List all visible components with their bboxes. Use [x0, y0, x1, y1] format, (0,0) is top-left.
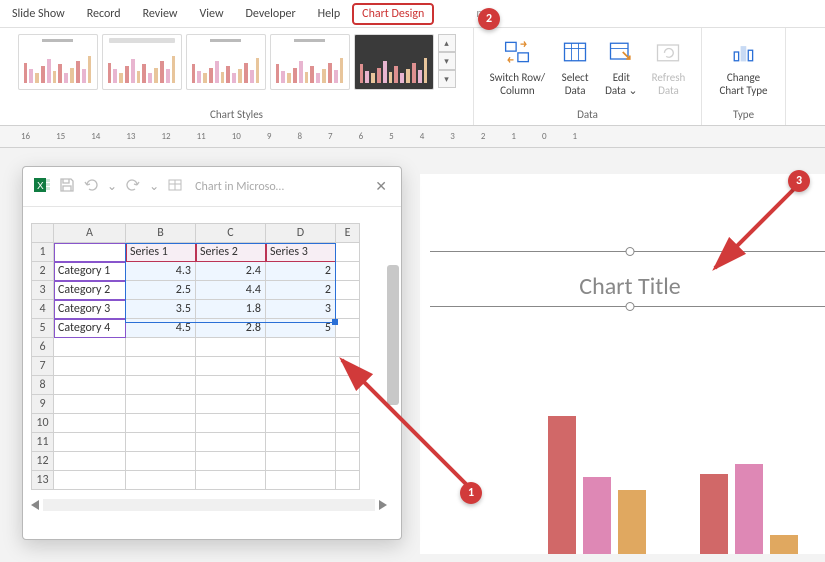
bar-cat2-s2 — [735, 464, 763, 554]
redo-icon[interactable] — [125, 177, 141, 197]
cell-a3[interactable]: Category 2 — [54, 281, 126, 300]
chart-title-handle-top[interactable] — [626, 247, 635, 256]
svg-text:X: X — [37, 181, 44, 192]
vertical-scroll-thumb[interactable] — [387, 265, 399, 405]
cell-a2[interactable]: Category 1 — [54, 262, 126, 281]
cell-e2[interactable] — [336, 262, 360, 281]
callout-badge-1: 1 — [460, 482, 482, 504]
edit-data-button[interactable]: Edit Data ⌄ — [599, 34, 643, 99]
bar-cat2-s3 — [770, 535, 798, 554]
row-header-1[interactable]: 1 — [32, 243, 54, 262]
row-header-4[interactable]: 4 — [32, 300, 54, 319]
change-chart-type-button[interactable]: Change Chart Type — [713, 34, 773, 99]
redo-dropdown[interactable]: ⌄ — [149, 179, 159, 194]
cell-a5[interactable]: Category 4 — [54, 319, 126, 338]
menu-help[interactable]: Help — [308, 3, 351, 25]
edit-data-icon — [605, 36, 637, 68]
cell-e1[interactable] — [336, 243, 360, 262]
datasheet-title: Chart in Microso… — [195, 180, 363, 194]
save-icon[interactable] — [59, 177, 75, 197]
cell-a1[interactable] — [54, 243, 126, 262]
vertical-scrollbar[interactable] — [387, 265, 399, 489]
change-chart-type-label: Change Chart Type — [719, 71, 767, 97]
cell-e5[interactable] — [336, 319, 360, 338]
change-chart-type-icon — [727, 36, 759, 68]
row-header-13[interactable]: 13 — [32, 471, 54, 490]
menu-chart-design[interactable]: Chart Design — [352, 3, 434, 25]
chart-title[interactable]: Chart Title — [420, 272, 825, 301]
styles-scroll-up[interactable]: ▴ — [438, 34, 456, 52]
col-header-e[interactable]: E — [336, 224, 360, 243]
edit-data-label: Edit Data ⌄ — [605, 71, 637, 97]
row-header-11[interactable]: 11 — [32, 433, 54, 452]
bar-cat2-s1 — [700, 474, 728, 554]
styles-scroll-down[interactable]: ▾ — [438, 52, 456, 70]
refresh-data-button: Refresh Data — [646, 34, 692, 99]
undo-dropdown[interactable]: ⌄ — [107, 179, 117, 194]
chart-title-handle-bottom[interactable] — [626, 302, 635, 311]
row-header-10[interactable]: 10 — [32, 414, 54, 433]
col-header-b[interactable]: B — [126, 224, 196, 243]
col-header-d[interactable]: D — [266, 224, 336, 243]
row-header-8[interactable]: 8 — [32, 376, 54, 395]
ribbon-group-styles-label: Chart Styles — [210, 105, 263, 125]
menu-view[interactable]: View — [189, 3, 233, 25]
menu-review[interactable]: Review — [133, 3, 188, 25]
chart-style-2[interactable] — [102, 34, 182, 90]
chart-styles-scroll[interactable]: ▴ ▾ ▾ — [438, 34, 456, 88]
cell-a4[interactable]: Category 3 — [54, 300, 126, 319]
data-range-outline[interactable] — [125, 243, 336, 323]
callout-badge-2: 2 — [478, 8, 500, 30]
row-header-12[interactable]: 12 — [32, 452, 54, 471]
row-header-6[interactable]: 6 — [32, 338, 54, 357]
switch-label: Switch Row/ Column — [490, 71, 545, 97]
chart-style-4[interactable] — [270, 34, 350, 90]
bar-cat1-s3 — [618, 490, 646, 554]
bar-cat1-s2 — [583, 477, 611, 554]
menu-slide-show[interactable]: Slide Show — [2, 3, 75, 25]
refresh-data-icon — [652, 36, 684, 68]
horizontal-scrollbar[interactable] — [43, 499, 375, 511]
datasheet-titlebar[interactable]: X ⌄ ⌄ Chart in Microso… ✕ — [23, 167, 401, 207]
row-header-9[interactable]: 9 — [32, 395, 54, 414]
chart-style-3[interactable] — [186, 34, 266, 90]
chart-style-5[interactable] — [354, 34, 434, 90]
table-icon[interactable] — [167, 177, 183, 197]
col-header-a[interactable]: A — [54, 224, 126, 243]
excel-app-icon: X — [33, 176, 51, 198]
row-header-2[interactable]: 2 — [32, 262, 54, 281]
chart-style-1[interactable] — [18, 34, 98, 90]
select-data-button[interactable]: Select Data — [553, 34, 597, 99]
select-data-label: Select Data — [562, 71, 589, 97]
embedded-datasheet-window[interactable]: X ⌄ ⌄ Chart in Microso… ✕ A B C D E — [22, 166, 402, 540]
col-header-c[interactable]: C — [196, 224, 266, 243]
menu-record[interactable]: Record — [77, 3, 131, 25]
callout-badge-3: 3 — [788, 170, 810, 192]
row-header-5[interactable]: 5 — [32, 319, 54, 338]
styles-scroll-more[interactable]: ▾ — [438, 70, 456, 88]
menu-bar: Slide Show Record Review View Developer … — [0, 0, 825, 28]
close-icon[interactable]: ✕ — [371, 174, 391, 199]
slide-canvas[interactable]: Chart Title X ⌄ ⌄ Chart in Microso… ✕ — [0, 148, 825, 562]
cell-e3[interactable] — [336, 281, 360, 300]
undo-icon[interactable] — [83, 177, 99, 197]
cell-e4[interactable] — [336, 300, 360, 319]
ribbon-group-data-label: Data — [577, 105, 598, 125]
ribbon-group-type-label: Type — [733, 105, 754, 125]
ribbon: ▴ ▾ ▾ Chart Styles Switch Row/ Column Se… — [0, 28, 825, 126]
horizontal-ruler: 1615141312111098765432101 — [0, 126, 825, 148]
row-header-3[interactable]: 3 — [32, 281, 54, 300]
select-data-icon — [559, 36, 591, 68]
bar-cat1-s1 — [548, 416, 576, 554]
refresh-data-label: Refresh Data — [652, 71, 686, 97]
chart-bars — [440, 394, 825, 554]
switch-row-column-icon — [501, 36, 533, 68]
data-range-resize-handle[interactable] — [332, 319, 338, 325]
menu-developer[interactable]: Developer — [236, 3, 306, 25]
switch-row-column-button[interactable]: Switch Row/ Column — [484, 34, 551, 99]
select-all-corner[interactable] — [32, 224, 54, 243]
row-header-7[interactable]: 7 — [32, 357, 54, 376]
